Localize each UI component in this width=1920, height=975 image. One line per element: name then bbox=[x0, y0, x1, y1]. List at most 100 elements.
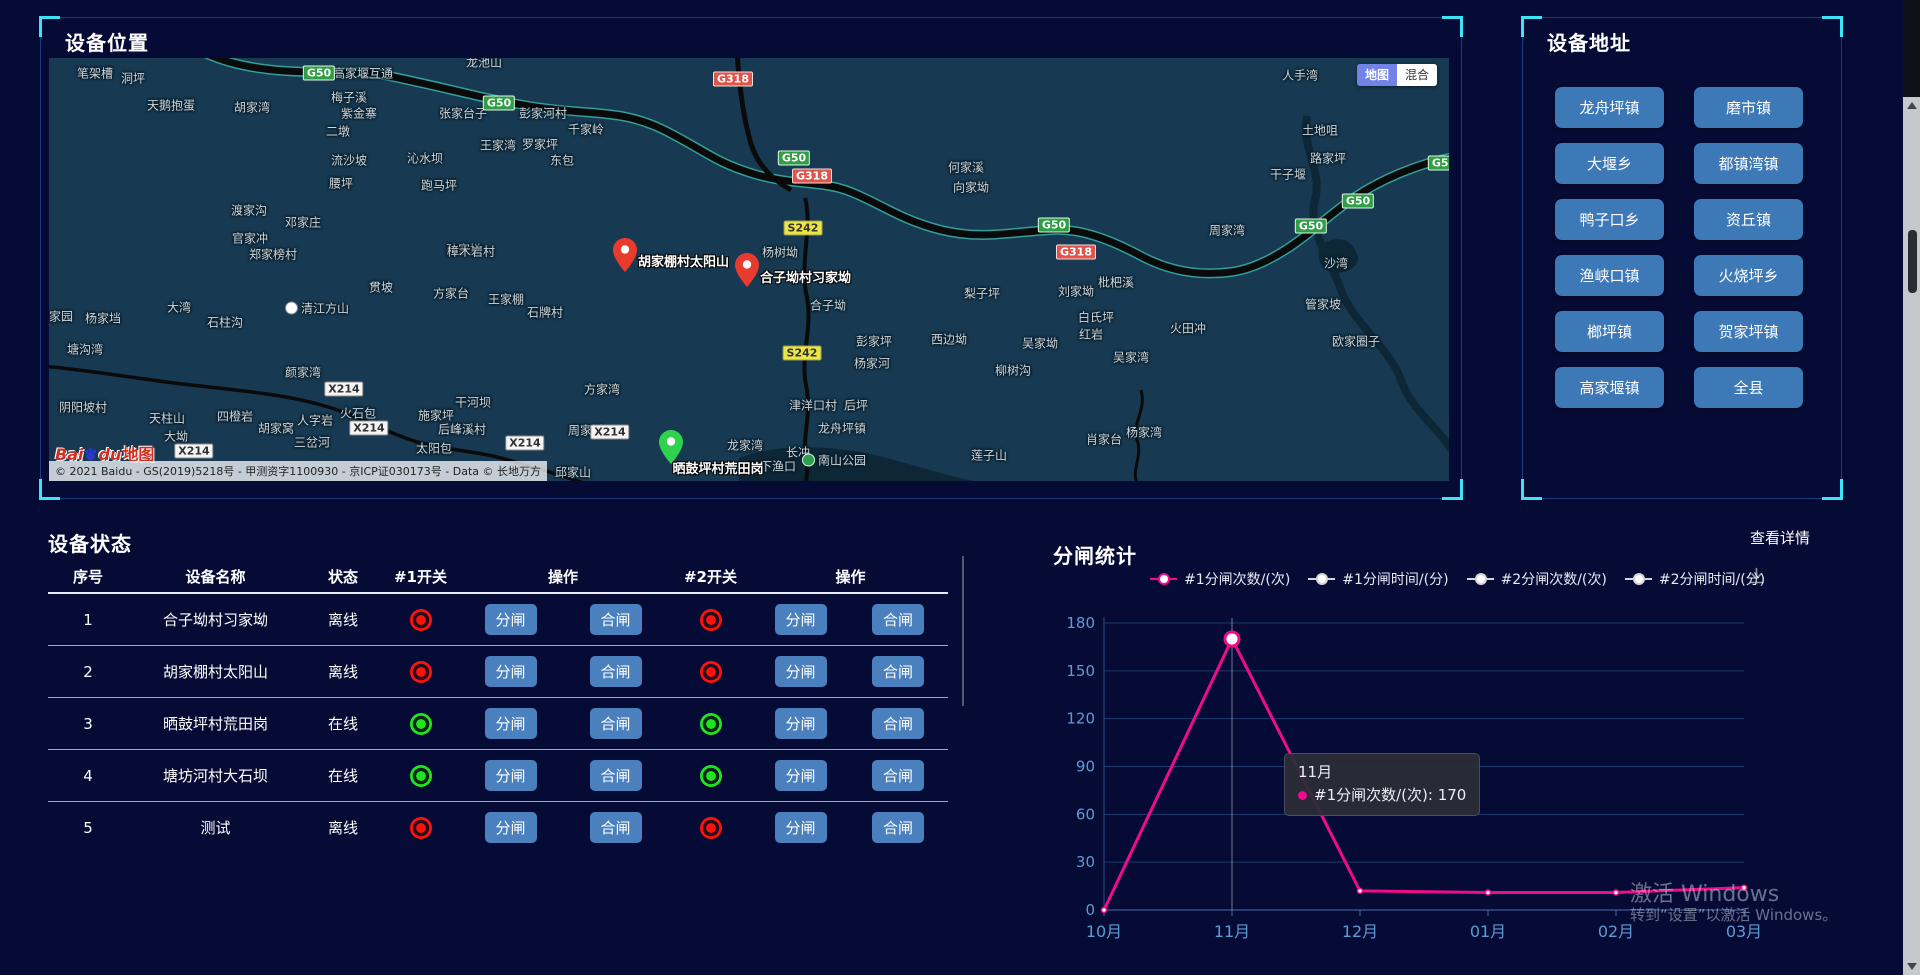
switch2-indicator bbox=[700, 817, 722, 839]
open-switch2-button[interactable]: 分闸 bbox=[775, 656, 827, 687]
open-switch2-button[interactable]: 分闸 bbox=[775, 812, 827, 843]
row-index: 2 bbox=[48, 663, 128, 681]
view-details-link[interactable]: 查看详情 bbox=[1750, 527, 1810, 548]
map-place-label: 天柱山 bbox=[149, 410, 185, 427]
scrollbar-thumb[interactable] bbox=[1908, 230, 1917, 293]
open-switch2-button[interactable]: 分闸 bbox=[775, 604, 827, 635]
address-button[interactable]: 鸭子口乡 bbox=[1555, 199, 1664, 240]
close-switch1-button[interactable]: 合闸 bbox=[590, 812, 642, 843]
close-switch2-button[interactable]: 合闸 bbox=[872, 708, 924, 739]
map-place-label: 后峰溪村 bbox=[438, 421, 486, 438]
map-place-label: 沁水坝 bbox=[407, 150, 443, 167]
map-place-label: 后坪 bbox=[844, 397, 868, 414]
close-switch2-button[interactable]: 合闸 bbox=[872, 812, 924, 843]
map-place-label: 张家台子 bbox=[439, 105, 487, 122]
map-place-label: 石柱沟 bbox=[207, 314, 243, 331]
dashboard: 设备位置 笔架槽洞坪天鹅抱蛋胡家湾高家堰互通龙池山梅子溪紫金寨二墩流沙坡沁水坝腰… bbox=[0, 0, 1920, 975]
device-marker-offline[interactable] bbox=[613, 238, 637, 272]
vertical-scrollbar[interactable] bbox=[1903, 97, 1920, 975]
open-switch1-button[interactable]: 分闸 bbox=[485, 812, 537, 843]
map-place-label: 腰坪 bbox=[329, 175, 353, 192]
open-switch2-button[interactable]: 分闸 bbox=[775, 708, 827, 739]
header-switch1: #1开关 bbox=[383, 562, 458, 592]
route-badge: S242 bbox=[784, 221, 823, 236]
legend-item[interactable]: #2分闸时间/(分) bbox=[1625, 569, 1765, 589]
legend-item[interactable]: #1分闸时间/(分) bbox=[1308, 569, 1448, 589]
map-type-control[interactable]: 地图 混合 bbox=[1357, 64, 1437, 86]
svg-text:120: 120 bbox=[1066, 710, 1095, 728]
open-switch1-button[interactable]: 分闸 bbox=[485, 760, 537, 791]
open-switch1-button[interactable]: 分闸 bbox=[485, 708, 537, 739]
baidu-map[interactable]: 笔架槽洞坪天鹅抱蛋胡家湾高家堰互通龙池山梅子溪紫金寨二墩流沙坡沁水坝腰坪跑马坪渡… bbox=[49, 58, 1449, 481]
map-place-label: 邓家庄 bbox=[285, 214, 321, 231]
map-place-label: 龙舟坪镇 bbox=[818, 420, 866, 437]
section-title-trip-stats: 分闸统计 bbox=[1053, 540, 1137, 569]
close-switch1-button[interactable]: 合闸 bbox=[590, 604, 642, 635]
map-place-label: 东包 bbox=[550, 152, 574, 169]
open-switch1-button[interactable]: 分闸 bbox=[485, 604, 537, 635]
legend-marker-icon bbox=[1467, 578, 1494, 580]
scrollbar-down-arrow[interactable] bbox=[1907, 963, 1917, 970]
route-badge: X214 bbox=[505, 436, 544, 451]
map-place-label: 贯坡 bbox=[369, 279, 393, 296]
address-button[interactable]: 资丘镇 bbox=[1694, 199, 1803, 240]
close-switch2-button[interactable]: 合闸 bbox=[872, 656, 924, 687]
corner-decoration bbox=[1521, 16, 1542, 37]
windows-activation-watermark-sub: 转到“设置”以激活 Windows。 bbox=[1630, 904, 1837, 925]
address-button[interactable]: 贺家坪镇 bbox=[1694, 311, 1803, 352]
map-place-label: 莲子山 bbox=[971, 447, 1007, 464]
address-button[interactable]: 全县 bbox=[1694, 367, 1803, 408]
legend-marker-icon bbox=[1625, 578, 1652, 580]
address-button[interactable]: 龙舟坪镇 bbox=[1555, 87, 1664, 128]
tooltip-series-row: #1分闸次数/(次): 170 bbox=[1298, 784, 1466, 807]
map-type-hybrid[interactable]: 混合 bbox=[1397, 64, 1437, 86]
map-place-label: 大湾 bbox=[167, 299, 191, 316]
scrollbar-up-arrow[interactable] bbox=[1907, 102, 1917, 109]
table-divider bbox=[962, 556, 964, 706]
open-switch2-button[interactable]: 分闸 bbox=[775, 760, 827, 791]
legend-item[interactable]: #2分闸次数/(次) bbox=[1467, 569, 1607, 589]
route-badge: X214 bbox=[349, 421, 388, 436]
device-name: 测试 bbox=[128, 817, 303, 838]
address-button[interactable]: 榔坪镇 bbox=[1555, 311, 1664, 352]
device-status-text: 在线 bbox=[303, 713, 383, 734]
device-name: 晒鼓坪村荒田岗 bbox=[128, 713, 303, 734]
address-button[interactable]: 磨市镇 bbox=[1694, 87, 1803, 128]
map-place-label: 杨家垱 bbox=[85, 310, 121, 327]
close-switch1-button[interactable]: 合闸 bbox=[590, 708, 642, 739]
map-place-label: 渡家沟 bbox=[231, 202, 267, 219]
close-switch1-button[interactable]: 合闸 bbox=[590, 656, 642, 687]
route-badge: X214 bbox=[590, 425, 629, 440]
map-place-label: 天鹅抱蛋 bbox=[147, 97, 195, 114]
svg-text:60: 60 bbox=[1076, 805, 1095, 823]
switch2-indicator bbox=[700, 765, 722, 787]
close-switch2-button[interactable]: 合闸 bbox=[872, 760, 924, 791]
open-switch1-button[interactable]: 分闸 bbox=[485, 656, 537, 687]
legend-item[interactable]: #1分闸次数/(次) bbox=[1150, 569, 1290, 589]
address-button[interactable]: 都镇湾镇 bbox=[1694, 143, 1803, 184]
device-status-text: 在线 bbox=[303, 765, 383, 786]
switch2-indicator bbox=[700, 661, 722, 683]
map-place-label: 紫金寨 bbox=[341, 105, 377, 122]
map-place-label: 吴家湾 bbox=[1113, 349, 1149, 366]
address-button[interactable]: 大堰乡 bbox=[1555, 143, 1664, 184]
route-badge: S242 bbox=[783, 346, 822, 361]
address-button[interactable]: 火烧坪乡 bbox=[1694, 255, 1803, 296]
address-button[interactable]: 高家堰镇 bbox=[1555, 367, 1664, 408]
baidu-paw-icon bbox=[83, 447, 98, 462]
map-place-label: 欧家圈子 bbox=[1332, 333, 1380, 350]
close-switch2-button[interactable]: 合闸 bbox=[872, 604, 924, 635]
device-marker-offline[interactable] bbox=[735, 253, 759, 287]
row-index: 5 bbox=[48, 819, 128, 837]
scenic-icon bbox=[285, 302, 298, 315]
map-place-label: 白氏坪 bbox=[1078, 309, 1114, 326]
switch2-indicator bbox=[700, 609, 722, 631]
table-row: 1 合子坳村习家坳 离线 分闸 合闸 分闸 合闸 bbox=[48, 594, 948, 646]
close-switch1-button[interactable]: 合闸 bbox=[590, 760, 642, 791]
map-place-label: 石牌村 bbox=[527, 304, 563, 321]
map-type-map[interactable]: 地图 bbox=[1357, 64, 1397, 86]
route-badge: G50 bbox=[1295, 219, 1327, 234]
address-button[interactable]: 渔峡口镇 bbox=[1555, 255, 1664, 296]
table-row: 3 晒鼓坪村荒田岗 在线 分闸 合闸 分闸 合闸 bbox=[48, 698, 948, 750]
map-place-label: 干子堰 bbox=[1270, 166, 1306, 183]
